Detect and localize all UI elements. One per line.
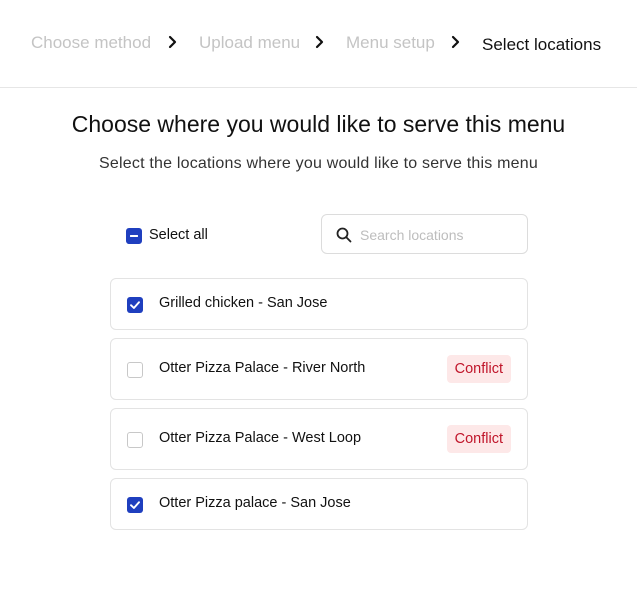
location-checkbox[interactable]	[127, 297, 143, 313]
location-checkbox[interactable]	[127, 497, 143, 513]
location-row[interactable]: Otter Pizza palace - San Jose	[110, 478, 528, 530]
chevron-right-icon	[451, 35, 460, 49]
conflict-badge: Conflict	[446, 425, 511, 453]
conflict-badge: Conflict	[446, 355, 511, 383]
location-checkbox[interactable]	[127, 432, 143, 448]
search-box[interactable]	[321, 214, 528, 254]
step-menu-setup[interactable]: Menu setup	[346, 33, 435, 53]
stepper: Choose method Upload menu Menu setup Sel…	[0, 0, 637, 88]
search-input[interactable]	[360, 224, 520, 246]
location-row[interactable]: Otter Pizza Palace - West Loop Conflict	[110, 408, 528, 470]
page-title: Choose where you would like to serve thi…	[71, 111, 566, 137]
chevron-right-icon	[168, 35, 177, 49]
location-name: Grilled chicken - San Jose	[159, 295, 328, 311]
location-row[interactable]: Otter Pizza Palace - River North Conflic…	[110, 338, 528, 400]
step-choose-method[interactable]: Choose method	[31, 33, 151, 53]
check-icon	[130, 301, 140, 309]
location-row[interactable]: Grilled chicken - San Jose	[110, 278, 528, 330]
step-upload-menu[interactable]: Upload menu	[199, 33, 300, 53]
check-icon	[130, 501, 140, 509]
step-select-locations[interactable]: Select locations	[482, 35, 601, 55]
chevron-right-icon	[315, 35, 324, 49]
location-name: Otter Pizza Palace - River North	[159, 360, 366, 376]
location-checkbox[interactable]	[127, 362, 143, 378]
minus-icon	[130, 235, 138, 237]
select-all-label: Select all	[149, 227, 208, 243]
search-icon	[336, 227, 352, 243]
select-all-checkbox[interactable]	[126, 228, 142, 244]
location-name: Otter Pizza Palace - West Loop	[159, 430, 362, 446]
page-subtitle: Select the locations where you would lik…	[99, 155, 538, 172]
location-name: Otter Pizza palace - San Jose	[159, 495, 351, 511]
